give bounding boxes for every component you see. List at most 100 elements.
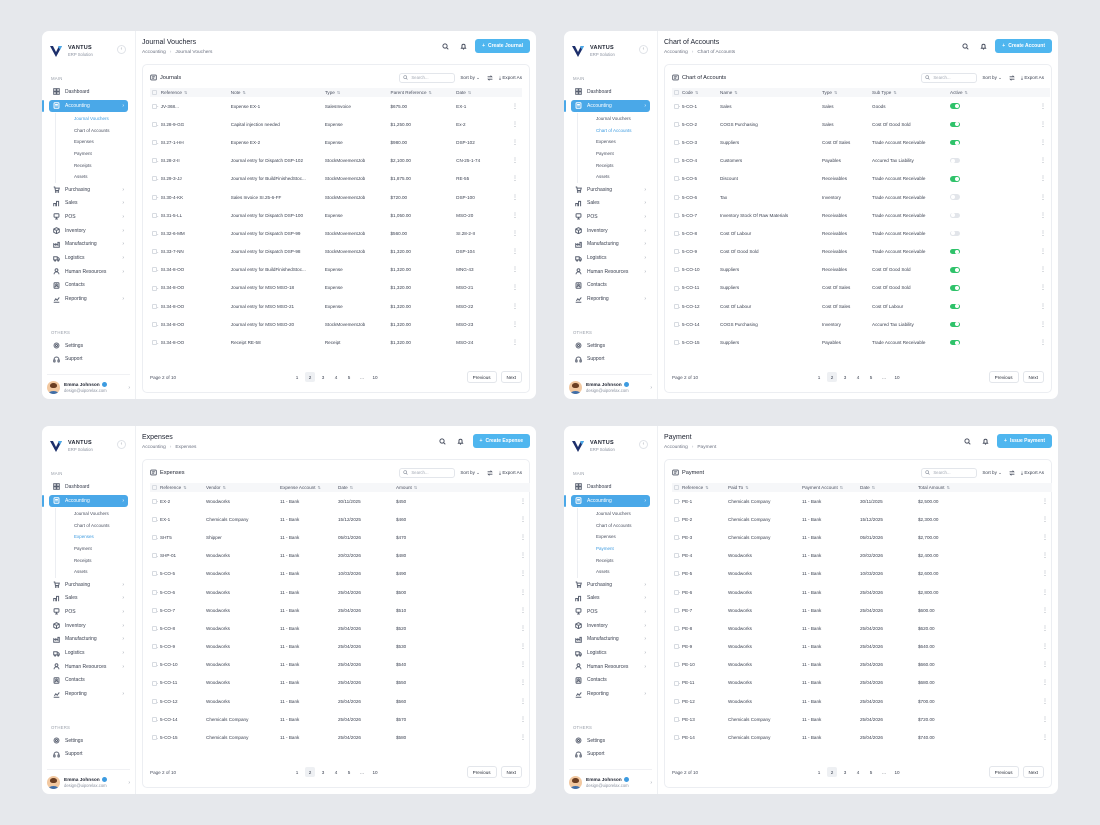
table-row[interactable]: 5-CO-11 Suppliers Cost Of Sales Cost Of Goo…	[672, 279, 1050, 297]
sort-icon[interactable]: ⇅	[337, 90, 340, 95]
sort-icon[interactable]: ⇅	[223, 485, 226, 490]
submenu-item[interactable]: Chart of Accounts	[594, 520, 650, 532]
table-row[interactable]: 5-CO-7 Woodworks 11 - Bank 25/04/2026 $510 ⋮	[150, 601, 530, 619]
table-row[interactable]: PE-6 Woodworks 11 - Bank 25/04/2026 $2,800.0…	[672, 583, 1052, 601]
sidebar-item-contacts[interactable]: Contacts	[571, 674, 650, 688]
row-menu-icon[interactable]: ⋮	[454, 492, 530, 510]
filter-button[interactable]	[1007, 468, 1016, 477]
row-menu-icon[interactable]: ⋮	[507, 133, 522, 151]
checkbox[interactable]	[152, 212, 157, 218]
table-row[interactable]: SI.34-8-OO Journal entry for MSO MSO-18 Ex…	[150, 279, 522, 297]
submenu-item[interactable]: Assets	[594, 566, 650, 578]
checkbox[interactable]	[152, 626, 157, 632]
row-menu-icon[interactable]: ⋮	[454, 510, 530, 528]
submenu-item[interactable]: Receipts	[72, 160, 128, 172]
column-header[interactable]: Name ⇅	[718, 88, 820, 97]
row-menu-icon[interactable]: ⋮	[507, 188, 522, 206]
checkbox[interactable]	[152, 589, 157, 595]
submenu-item[interactable]: Assets	[594, 171, 650, 183]
row-menu-icon[interactable]: ⋮	[994, 243, 1050, 261]
checkbox[interactable]	[152, 121, 157, 127]
row-menu-icon[interactable]: ⋮	[507, 97, 522, 115]
checkbox[interactable]	[152, 535, 157, 541]
checkbox[interactable]	[674, 176, 679, 182]
table-row[interactable]: PE-4 Woodworks 11 - Bank 20/02/2026 $2,400.0…	[672, 547, 1052, 565]
search-button[interactable]	[959, 40, 971, 52]
table-row[interactable]: 5-CO-15 Chemicals Company 11 - Bank 25/04/2…	[150, 728, 530, 746]
checkbox[interactable]	[674, 121, 679, 127]
sidebar-item-sales[interactable]: Sales ›	[49, 591, 128, 605]
table-row[interactable]: SI.34-8-OO Journal entry for MSO MSO-20 St…	[150, 315, 522, 333]
row-menu-icon[interactable]: ⋮	[994, 133, 1050, 151]
checkbox[interactable]	[152, 644, 157, 650]
checkbox[interactable]	[674, 698, 679, 704]
user-profile[interactable]: Emma Johnson design@uiporelax.com ›	[47, 769, 130, 789]
column-header[interactable]: Expense Account ⇅	[278, 483, 336, 492]
search-button[interactable]	[439, 40, 451, 52]
active-toggle[interactable]	[950, 248, 960, 255]
sidebar-item-reporting[interactable]: Reporting ›	[49, 687, 128, 701]
row-menu-icon[interactable]: ⋮	[976, 692, 1052, 710]
table-row[interactable]: 5-CO-1 Sales Sales Goods ⋮	[672, 97, 1050, 115]
row-menu-icon[interactable]: ⋮	[507, 152, 522, 170]
row-menu-icon[interactable]: ⋮	[994, 170, 1050, 188]
sort-icon[interactable]: ⇅	[947, 485, 950, 490]
checkbox[interactable]	[152, 90, 157, 96]
next-button[interactable]: Next	[1022, 371, 1044, 383]
table-row[interactable]: PE-8 Woodworks 11 - Bank 25/04/2026 $620.00 ⋮	[672, 619, 1052, 637]
table-row[interactable]: 5-CO-10 Suppliers Receivables Cost Of Good …	[672, 261, 1050, 279]
submenu-item[interactable]: Expenses	[72, 531, 128, 543]
active-toggle[interactable]	[950, 194, 960, 200]
checkbox[interactable]	[152, 571, 157, 577]
sidebar-item-human-resources[interactable]: Human Resources ›	[571, 660, 650, 674]
checkbox[interactable]	[674, 140, 679, 146]
table-row[interactable]: EX-2 Woodworks 11 - Bank 30/11/2025 $450 ⋮	[150, 492, 530, 510]
sidebar-item-dashboard[interactable]: Dashboard	[49, 85, 128, 99]
checkbox[interactable]	[152, 498, 157, 504]
table-row[interactable]: PE-10 Woodworks 11 - Bank 25/04/2026 $660.00…	[672, 656, 1052, 674]
sidebar-item-inventory[interactable]: Inventory ›	[49, 619, 128, 633]
row-menu-icon[interactable]: ⋮	[976, 583, 1052, 601]
previous-button[interactable]: Previous	[466, 371, 497, 383]
checkbox[interactable]	[152, 662, 157, 668]
checkbox[interactable]	[674, 303, 679, 309]
submenu-item[interactable]: Chart of Accounts	[72, 125, 128, 137]
column-header[interactable]: Date ⇅	[858, 483, 916, 492]
sidebar-item-settings[interactable]: Settings	[49, 734, 128, 748]
notifications-button[interactable]	[977, 40, 989, 52]
table-row[interactable]: SI.34-8-OO Journal entry for MSO MSO-21 Ex…	[150, 297, 522, 315]
submenu-item[interactable]: Payment	[594, 148, 650, 160]
checkbox[interactable]	[674, 267, 679, 273]
table-row[interactable]: SI.28-2-II Journal entry for Dispatch DSP…	[150, 152, 522, 170]
table-row[interactable]: 5-CO-14 Chemicals Company 11 - Bank 25/04/2…	[150, 710, 530, 728]
select-all-checkbox[interactable]	[672, 483, 680, 492]
notifications-button[interactable]	[455, 435, 467, 447]
previous-button[interactable]: Previous	[988, 766, 1019, 778]
filter-button[interactable]	[485, 468, 494, 477]
checkbox[interactable]	[674, 90, 679, 96]
notifications-button[interactable]	[979, 435, 991, 447]
next-button[interactable]: Next	[1022, 766, 1044, 778]
checkbox[interactable]	[152, 158, 157, 164]
row-menu-icon[interactable]: ⋮	[507, 279, 522, 297]
column-header[interactable]: Type ⇅	[820, 88, 870, 97]
row-menu-icon[interactable]: ⋮	[994, 152, 1050, 170]
checkbox[interactable]	[674, 589, 679, 595]
column-header[interactable]: Reference ⇅	[158, 483, 204, 492]
create-button[interactable]: + Create Expense	[472, 434, 530, 448]
table-row[interactable]: 5-CO-10 Woodworks 11 - Bank 25/04/2026 $540 ⋮	[150, 656, 530, 674]
row-menu-icon[interactable]: ⋮	[454, 656, 530, 674]
active-toggle[interactable]	[950, 321, 960, 328]
submenu-item[interactable]: Payment	[72, 148, 128, 160]
submenu-item[interactable]: Payment	[72, 543, 128, 555]
sort-icon[interactable]: ⇅	[705, 485, 708, 490]
page-number[interactable]: 1	[292, 372, 302, 382]
sidebar-item-human-resources[interactable]: Human Resources ›	[49, 660, 128, 674]
submenu-item[interactable]: Payment	[594, 543, 650, 555]
checkbox[interactable]	[674, 680, 679, 686]
sort-by-dropdown[interactable]: Sort by ⌄	[982, 470, 1002, 476]
active-toggle[interactable]	[950, 230, 960, 237]
search-input[interactable]: Search...	[921, 72, 978, 83]
row-menu-icon[interactable]: ⋮	[507, 315, 522, 333]
checkbox[interactable]	[674, 626, 679, 632]
